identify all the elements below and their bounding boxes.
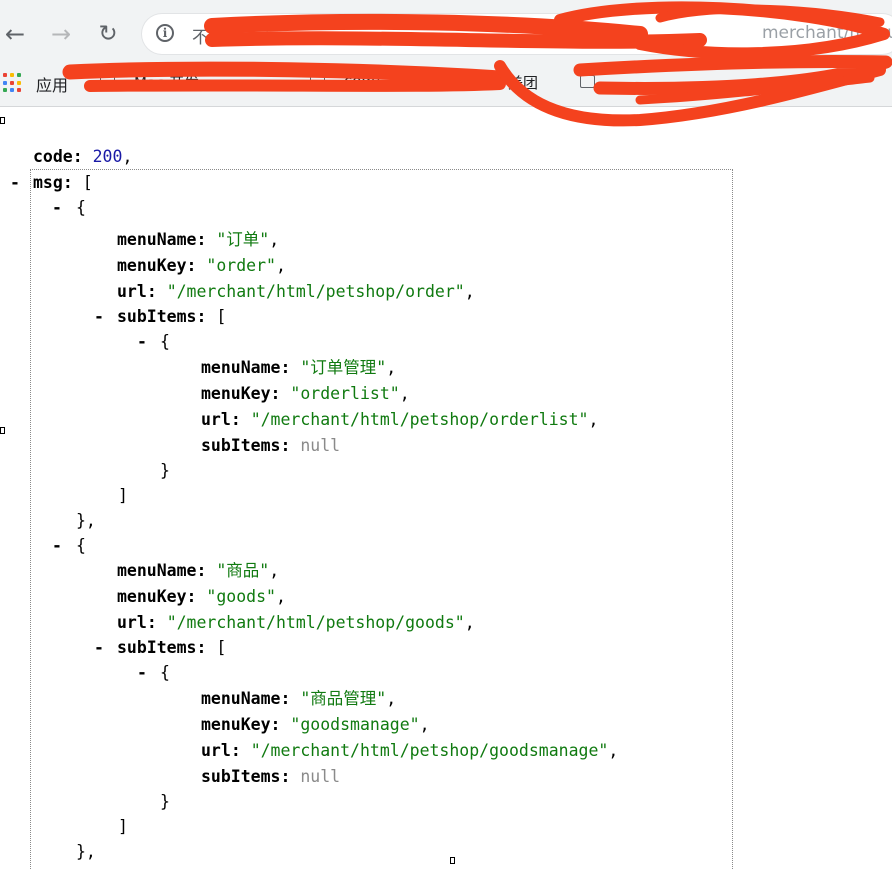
json-line-subitems: subItems: [ xyxy=(117,307,227,326)
apps-grid-dot xyxy=(3,80,7,85)
security-label: 不安全 xyxy=(192,28,243,48)
collapse-toggle-item[interactable]: - xyxy=(50,196,64,220)
json-string: "orderlist" xyxy=(290,384,400,403)
json-line-menuname: menuName: "商品管理", xyxy=(201,689,397,708)
json-key: msg xyxy=(33,173,63,192)
resize-marker xyxy=(0,117,5,124)
json-line-menuname: menuName: "商品", xyxy=(117,561,280,580)
json-bracket-close: ] xyxy=(118,817,128,836)
json-string: "goods" xyxy=(206,587,276,606)
apps-grid-dot xyxy=(17,73,21,77)
json-line-code: code: 200, xyxy=(33,147,133,166)
forward-button[interactable]: → xyxy=(46,19,76,49)
json-string: "/merchant/html/petshop/order" xyxy=(166,282,465,301)
bookmark-item[interactable]: 美团 xyxy=(508,72,538,93)
collapse-toggle-msg[interactable]: - xyxy=(8,171,22,195)
apps-grid-dot xyxy=(17,80,21,85)
apps-grid-dot xyxy=(10,73,14,77)
bookmark-page-icon xyxy=(480,75,495,88)
bookmarks-bar: 应用 Mac 开发 code 美团 xyxy=(0,68,892,107)
json-line-menukey: menuKey: "order", xyxy=(117,256,286,275)
collapse-toggle-subitem[interactable]: - xyxy=(135,661,149,685)
json-line-menukey: menuKey: "goodsmanage", xyxy=(201,715,430,734)
json-line-url: url: "/merchant/html/petshop/orderlist", xyxy=(201,410,599,429)
json-null: null xyxy=(300,767,341,786)
collapse-toggle-subitems[interactable]: - xyxy=(92,305,106,329)
bookmark-item[interactable]: code xyxy=(344,72,380,90)
json-brace-close: }, xyxy=(76,511,96,530)
json-brace-open: { xyxy=(160,663,170,682)
back-button[interactable]: ← xyxy=(0,19,30,49)
apps-grid-dot xyxy=(3,88,7,93)
json-key: code xyxy=(33,147,73,166)
apps-grid-dot xyxy=(3,73,7,77)
json-line-url: url: "/merchant/html/petshop/goodsmanage… xyxy=(201,741,619,760)
collapse-toggle-item[interactable]: - xyxy=(50,534,64,558)
json-brace-open: { xyxy=(76,536,86,555)
json-null: null xyxy=(300,436,341,455)
json-string: "/merchant/html/petshop/orderlist" xyxy=(250,410,589,429)
apps-grid-dot xyxy=(17,88,21,93)
apps-grid-icon[interactable] xyxy=(3,73,23,93)
json-line-subitems: subItems: null xyxy=(201,436,341,455)
apps-grid-dot xyxy=(10,80,14,85)
collapse-toggle-subitems[interactable]: - xyxy=(92,636,106,660)
json-string: "/merchant/html/petshop/goods" xyxy=(166,613,465,632)
json-line-subitems: subItems: null xyxy=(201,767,341,786)
json-line-menuname: menuName: "订单", xyxy=(117,230,280,249)
json-line-url: url: "/merchant/html/petshop/order", xyxy=(117,282,475,301)
json-line-subitems: subItems: [ xyxy=(117,638,227,657)
apps-grid-dot xyxy=(10,88,14,93)
arrow-right-icon: → xyxy=(50,20,72,48)
json-line-menukey: menuKey: "orderlist", xyxy=(201,384,410,403)
json-brace-close: } xyxy=(160,792,170,811)
resize-marker xyxy=(0,427,5,434)
url-text[interactable]: merchant/menu/list xyxy=(762,23,892,43)
json-string: "goodsmanage" xyxy=(290,715,420,734)
bookmark-page-icon xyxy=(100,75,115,88)
collapse-toggle-subitem[interactable]: - xyxy=(135,330,149,354)
json-string: "商品管理" xyxy=(300,689,387,708)
bookmark-item[interactable]: Mac 开发 xyxy=(134,72,199,93)
browser-toolbar: ← → ↻ i 不安全 | merchant/menu/list xyxy=(0,0,892,68)
json-string: "order" xyxy=(206,256,276,275)
arrow-left-icon: ← xyxy=(4,20,26,48)
json-bracket-close: ] xyxy=(118,486,128,505)
reload-icon: ↻ xyxy=(98,20,118,47)
info-icon[interactable]: i xyxy=(156,24,174,42)
bookmark-apps[interactable]: 应用 xyxy=(36,72,68,96)
json-string: "/merchant/html/petshop/goodsmanage" xyxy=(250,741,609,760)
json-line-menuname: menuName: "订单管理", xyxy=(201,358,397,377)
json-string: "订单" xyxy=(216,230,270,249)
json-number: 200 xyxy=(92,147,123,166)
json-viewer: code: 200, - msg: [ - { menuName: "订单", … xyxy=(0,107,892,869)
url-separator: | xyxy=(264,21,271,43)
bookmark-page-icon xyxy=(580,75,595,88)
json-line-msg: msg: [ xyxy=(33,173,93,192)
json-string: "订单管理" xyxy=(300,358,387,377)
json-line-menukey: menuKey: "goods", xyxy=(117,587,286,606)
reload-button[interactable]: ↻ xyxy=(93,19,123,49)
folder-icon xyxy=(310,75,325,88)
json-brace-close: }, xyxy=(76,842,96,861)
json-brace-close: } xyxy=(160,461,170,480)
json-brace-open: { xyxy=(160,332,170,351)
json-string: "商品" xyxy=(216,561,270,580)
json-brace-open: { xyxy=(76,198,86,217)
address-bar[interactable]: i 不安全 | merchant/menu/list xyxy=(142,14,892,54)
json-line-url: url: "/merchant/html/petshop/goods", xyxy=(117,613,475,632)
